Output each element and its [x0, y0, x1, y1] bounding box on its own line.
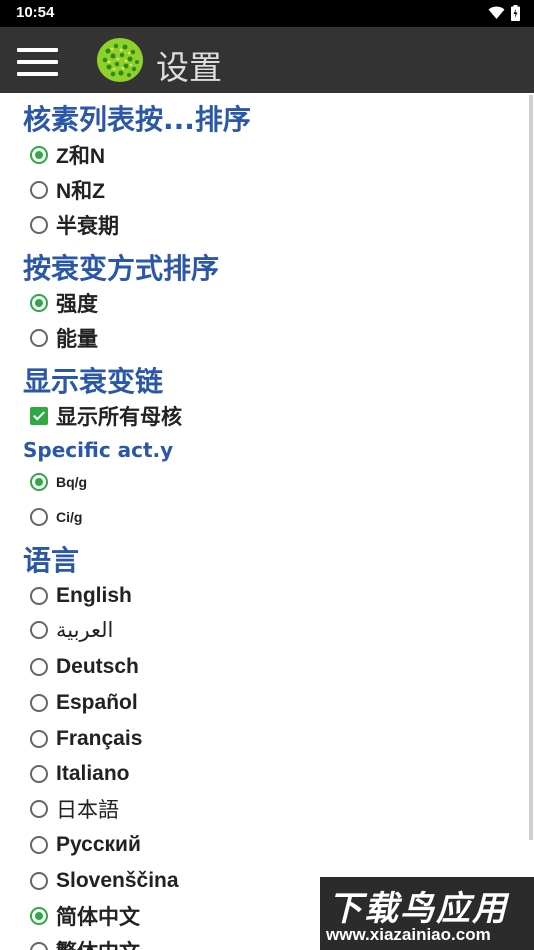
- option-label: 半衰期: [56, 215, 119, 238]
- app-logo-icon: [97, 38, 143, 82]
- status-bar: 10:54: [0, 0, 534, 27]
- language-slovenscina[interactable]: Slovenščina: [30, 865, 179, 897]
- section-sort-nuclide: 核素列表按...排序: [23, 103, 251, 136]
- language-label: Slovenščina: [56, 869, 179, 892]
- wifi-icon: [488, 6, 505, 19]
- radio-icon[interactable]: [30, 730, 48, 748]
- option-cig[interactable]: Ci/g: [30, 501, 82, 533]
- radio-icon[interactable]: [30, 836, 48, 854]
- radio-selected-icon[interactable]: [30, 907, 48, 925]
- radio-icon[interactable]: [30, 942, 48, 950]
- section-specific-act: Specific act.y: [23, 438, 174, 462]
- scrollbar[interactable]: [529, 95, 533, 840]
- battery-icon: [511, 5, 520, 21]
- settings-list: 核素列表按...排序 Z和N N和Z 半衰期 按衰变方式排序 强度 能量 显示衰…: [0, 93, 534, 950]
- radio-selected-icon[interactable]: [30, 146, 48, 164]
- radio-icon[interactable]: [30, 800, 48, 818]
- section-show-chain: 显示衰变链: [23, 365, 164, 398]
- language-label: Italiano: [56, 762, 130, 785]
- language-label: Deutsch: [56, 655, 139, 678]
- option-bqg[interactable]: Bq/g: [30, 466, 87, 498]
- language-simplified-chinese[interactable]: 简体中文: [30, 900, 140, 932]
- checkbox-checked-icon[interactable]: [30, 407, 48, 425]
- option-intensity[interactable]: 强度: [30, 287, 98, 319]
- language-label: 日本語: [56, 799, 119, 822]
- radio-icon[interactable]: [30, 181, 48, 199]
- radio-icon[interactable]: [30, 587, 48, 605]
- radio-icon[interactable]: [30, 329, 48, 347]
- language-label: English: [56, 584, 132, 607]
- language-italiano[interactable]: Italiano: [30, 758, 130, 790]
- watermark-url: www.xiazainiao.com: [326, 925, 491, 944]
- option-label: Ci/g: [56, 509, 83, 525]
- language-label: 繁体中文: [56, 936, 140, 950]
- option-halflife[interactable]: 半衰期: [30, 209, 119, 241]
- language-espanol[interactable]: Español: [30, 687, 138, 719]
- option-nz[interactable]: N和Z: [30, 174, 105, 206]
- language-label: Español: [56, 691, 138, 714]
- radio-selected-icon[interactable]: [30, 294, 48, 312]
- app-bar: 设置: [0, 27, 534, 93]
- radio-icon[interactable]: [30, 621, 48, 639]
- language-traditional-chinese[interactable]: 繁体中文: [30, 935, 140, 950]
- language-russian[interactable]: Русский: [30, 829, 141, 861]
- language-francais[interactable]: Français: [30, 723, 142, 755]
- status-time: 10:54: [16, 4, 55, 21]
- option-label: Bq/g: [56, 474, 88, 490]
- radio-icon[interactable]: [30, 765, 48, 783]
- language-english[interactable]: English: [30, 580, 132, 612]
- language-label: Русский: [56, 833, 141, 856]
- option-label: 显示所有母核: [56, 406, 182, 429]
- watermark: 下载鸟应用 www.xiazainiao.com: [320, 877, 534, 950]
- radio-icon[interactable]: [30, 694, 48, 712]
- option-zn[interactable]: Z和N: [30, 139, 105, 171]
- option-label: 能量: [56, 328, 98, 351]
- page-title: 设置: [156, 48, 222, 87]
- language-label: 简体中文: [56, 906, 140, 929]
- radio-selected-icon[interactable]: [30, 473, 48, 491]
- section-sort-decay: 按衰变方式排序: [23, 252, 220, 285]
- watermark-title: 下载鸟应用: [328, 889, 508, 929]
- option-show-parents[interactable]: 显示所有母核: [30, 400, 182, 432]
- option-label: Z和N: [56, 145, 105, 168]
- option-label: N和Z: [56, 180, 105, 203]
- radio-icon[interactable]: [30, 872, 48, 890]
- language-arabic[interactable]: العربية: [30, 614, 113, 646]
- section-language: 语言: [23, 544, 80, 577]
- radio-icon[interactable]: [30, 216, 48, 234]
- status-icons: [488, 5, 520, 21]
- language-japanese[interactable]: 日本語: [30, 793, 119, 825]
- radio-icon[interactable]: [30, 508, 48, 526]
- language-label: Français: [56, 727, 143, 750]
- option-label: 强度: [56, 293, 98, 316]
- language-label: العربية: [56, 618, 114, 642]
- language-deutsch[interactable]: Deutsch: [30, 651, 139, 683]
- menu-icon[interactable]: [17, 48, 58, 78]
- option-energy[interactable]: 能量: [30, 322, 98, 354]
- radio-icon[interactable]: [30, 658, 48, 676]
